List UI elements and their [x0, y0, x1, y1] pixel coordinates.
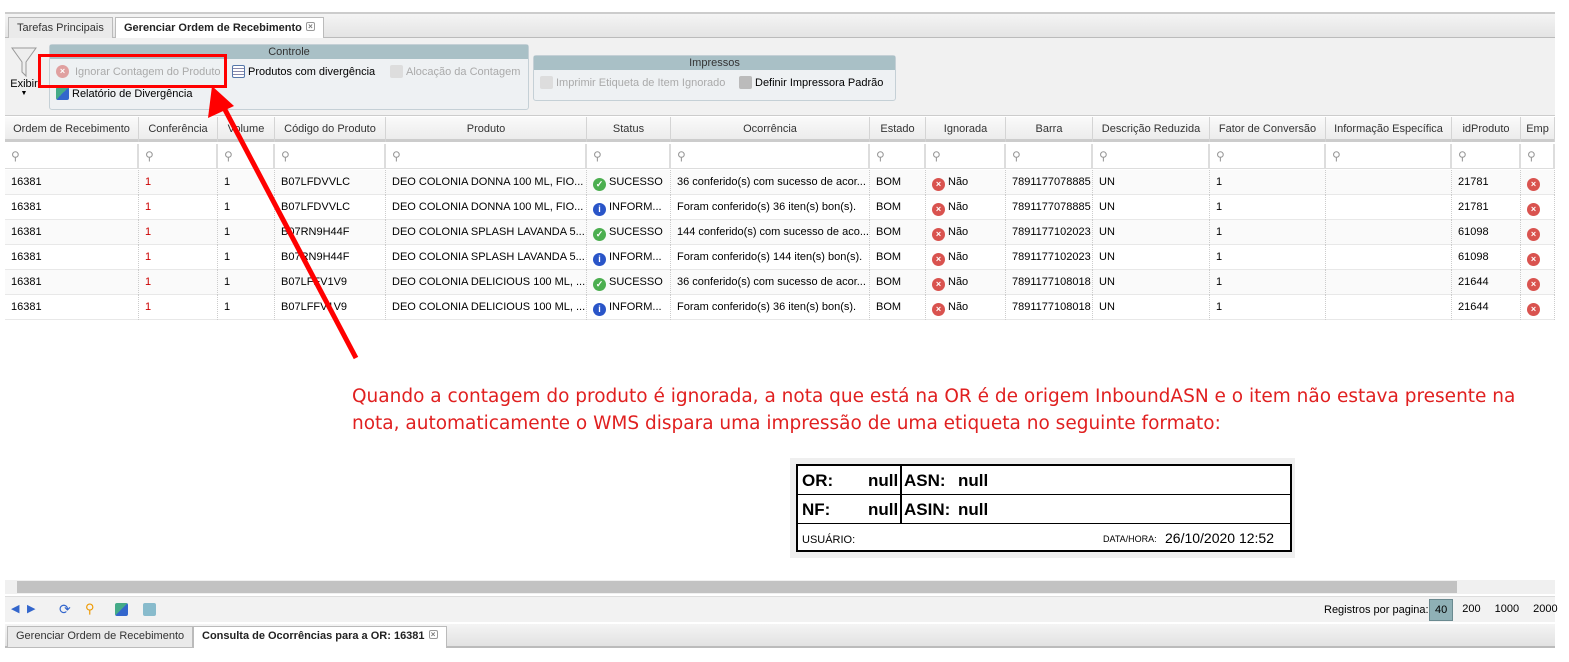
asn-value: null — [958, 471, 989, 490]
page-size-option[interactable]: 2000 — [1528, 599, 1562, 621]
datahora-value: 26/10/2020 12:52 — [1165, 530, 1274, 546]
asin-value: null — [958, 500, 989, 519]
next-page-icon[interactable]: ▶ — [27, 602, 35, 615]
tab-label: Gerenciar Ordem de Recebimento — [16, 630, 185, 642]
annotation-arrow — [208, 86, 359, 360]
bottom-tab-bar: Gerenciar Ordem de Recebimento Consulta … — [5, 624, 1555, 648]
label-preview: OR: null ASN: null NF: null ASIN: null USUÁRIO… — [790, 458, 1295, 558]
close-icon[interactable]: × — [428, 630, 438, 639]
page-size-options: 40 200 1000 2000 — [1429, 599, 1563, 621]
horizontal-scrollbar[interactable] — [5, 580, 1555, 594]
asn-label: ASN: — [904, 471, 946, 490]
page-size-option[interactable]: 1000 — [1490, 599, 1524, 621]
chart-icon[interactable] — [115, 603, 128, 616]
tab-gerenciar-ordem-bottom[interactable]: Gerenciar Ordem de Recebimento — [7, 626, 194, 647]
export-icon[interactable] — [143, 603, 156, 616]
pager-bar: ◀ ▶ ⟳ ⚲ Registros por pagina: 40 200 1000 2… — [5, 596, 1558, 622]
nf-value: null — [868, 500, 899, 519]
pager-label: Registros por pagina: — [1324, 604, 1429, 616]
or-label: OR: — [802, 471, 834, 490]
usuario-label: USUÁRIO: — [802, 534, 856, 546]
nf-label: NF: — [802, 500, 831, 519]
or-value: null — [868, 471, 899, 490]
prev-page-icon[interactable]: ◀ — [11, 602, 19, 615]
tab-consulta-ocorrencias[interactable]: Consulta de Ocorrências para a OR: 16381… — [193, 626, 447, 648]
tab-label: Consulta de Ocorrências para a OR: 16381 — [202, 630, 425, 642]
page-size-option[interactable]: 40 — [1429, 599, 1454, 621]
page-size-option[interactable]: 200 — [1457, 599, 1485, 621]
asin-label: ASIN: — [904, 500, 951, 519]
search-icon[interactable]: ⚲ — [85, 601, 95, 617]
datahora-label: DATA/HORA: — [1103, 534, 1157, 544]
annotation-text: Quando a contagem do produto é ignorada,… — [352, 386, 1516, 434]
scrollbar-thumb[interactable] — [17, 581, 1457, 593]
refresh-icon[interactable]: ⟳ — [59, 601, 71, 618]
